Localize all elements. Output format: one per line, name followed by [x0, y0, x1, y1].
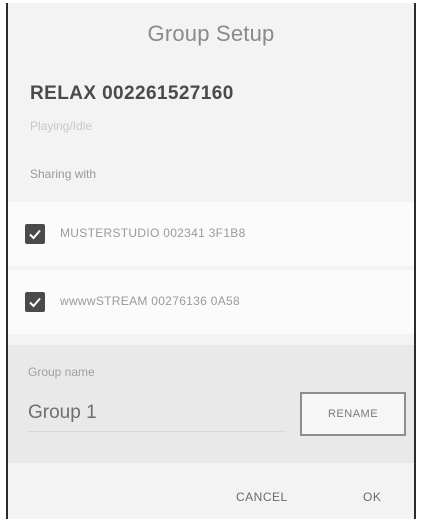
ok-button[interactable]: OK — [363, 490, 381, 504]
member-row[interactable]: MUSTERSTUDIO 002341 3F1B8 — [8, 202, 414, 266]
rename-button[interactable]: RENAME — [300, 392, 406, 436]
member-row[interactable]: wwwwSTREAM 00276136 0A58 — [8, 270, 414, 334]
sharing-with-label: Sharing with — [30, 167, 97, 181]
member-checkbox[interactable] — [25, 292, 45, 312]
member-checkbox[interactable] — [25, 224, 45, 244]
group-name-section: Group name Group 1 RENAME — [8, 345, 414, 463]
check-icon — [29, 229, 41, 240]
member-label: MUSTERSTUDIO 002341 3F1B8 — [60, 226, 246, 240]
dialog-title: Group Setup — [147, 21, 275, 46]
check-icon — [29, 297, 41, 308]
member-label: wwwwSTREAM 00276136 0A58 — [60, 294, 240, 308]
group-name-input[interactable]: Group 1 — [28, 395, 286, 432]
group-setup-dialog: Group Setup RELAX 002261527160 Playing/I… — [6, 3, 416, 519]
cancel-button[interactable]: CANCEL — [236, 490, 288, 504]
group-name-label: Group name — [28, 365, 95, 379]
device-name: RELAX 002261527160 — [30, 83, 234, 104]
device-status: Playing/Idle — [30, 119, 93, 133]
